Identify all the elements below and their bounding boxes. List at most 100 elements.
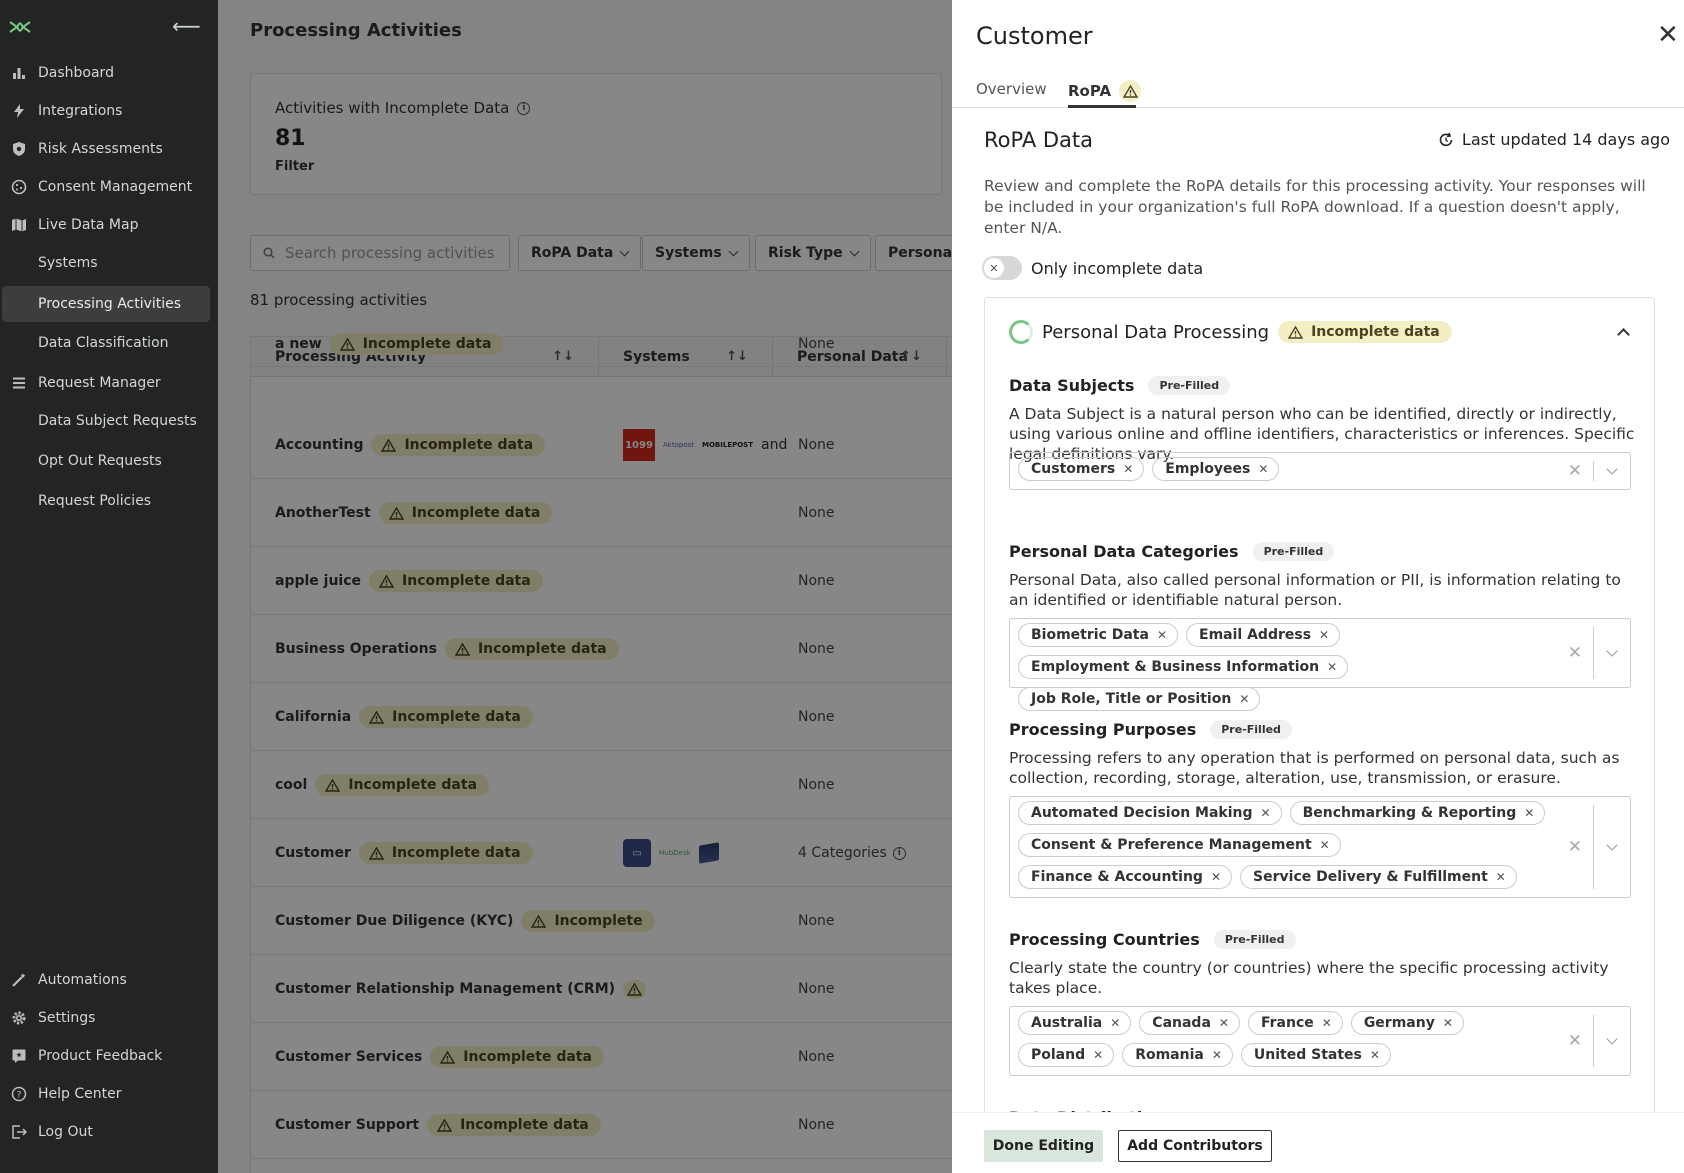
clear-icon[interactable]: ✕ [1568,643,1582,663]
sidebar-item-integrations[interactable]: Integrations [0,94,218,128]
remove-chip-icon[interactable]: ✕ [1157,628,1167,642]
brand-logo-icon[interactable] [8,16,32,38]
sidebar-item-risk-assessments[interactable]: Risk Assessments [0,132,218,166]
sidebar-item-live-data-map[interactable]: Live Data Map [0,208,218,242]
add-contributors-button[interactable]: Add Contributors [1118,1130,1272,1162]
sidebar-item-label: Dashboard [38,65,114,81]
only-incomplete-toggle-row: ✕ Only incomplete data [982,256,1203,280]
tab-overview[interactable]: Overview [976,80,1047,98]
field-title-text: Processing Countries [1009,930,1200,949]
sidebar-item-automations[interactable]: Automations [0,963,218,997]
drawer-footer: Done Editing Add Contributors [952,1112,1684,1173]
chip-label: Benchmarking & Reporting [1302,805,1517,821]
field-title-text: Personal Data Categories [1009,542,1239,561]
remove-chip-icon[interactable]: ✕ [1496,870,1506,884]
selected-chip: United States ✕ [1240,1043,1391,1067]
remove-chip-icon[interactable]: ✕ [1443,1016,1453,1030]
tab-ropa[interactable]: RoPA [1068,80,1142,102]
chip-label: Consent & Preference Management [1031,837,1312,853]
remove-chip-icon[interactable]: ✕ [1212,1048,1222,1062]
chip-label: Customers [1031,461,1116,477]
remove-chip-icon[interactable]: ✕ [1322,1016,1332,1030]
multi-select[interactable]: Customers ✕ Employees ✕ ✕ [1009,452,1631,490]
close-icon[interactable]: ✕ [1657,22,1679,48]
modal-overlay[interactable] [218,0,952,1173]
sidebar-item-label: Request Manager [38,375,161,391]
sidebar-item-opt-out-requests[interactable]: Opt Out Requests [0,444,218,478]
remove-chip-icon[interactable]: ✕ [1110,1016,1120,1030]
collapse-sidebar-icon[interactable]: ⟵ [172,14,201,38]
refresh-icon [1439,132,1453,146]
sidebar-item-label: Integrations [38,103,123,119]
field-title: Personal Data Categories Pre-Filled [1009,542,1335,561]
selected-chip: Service Delivery & Fulfillment ✕ [1240,865,1517,889]
remove-chip-icon[interactable]: ✕ [1327,660,1337,674]
sidebar-item-label: Risk Assessments [38,141,163,157]
clear-icon[interactable]: ✕ [1568,461,1582,481]
selected-chip: Poland ✕ [1018,1043,1115,1067]
remove-chip-icon[interactable]: ✕ [1261,806,1271,820]
multi-select[interactable]: Biometric Data ✕ Email Address ✕ Employment … [1009,618,1631,711]
tab-label: RoPA [1068,82,1112,100]
activity-drawer: Customer ✕ Overview RoPA RoPA Data Last … [952,0,1684,1173]
prefilled-badge: Pre-Filled [1252,542,1335,561]
remove-chip-icon[interactable]: ✕ [1524,806,1534,820]
sidebar-item-label: Processing Activities [38,296,182,312]
multi-select[interactable]: Australia ✕ Canada ✕ France ✕ Germany ✕ Poland ✕ R… [1009,1006,1631,1076]
remove-chip-icon[interactable]: ✕ [1258,462,1268,476]
sidebar-item-product-feedback[interactable]: Product Feedback [0,1039,218,1073]
sidebar-item-consent-management[interactable]: Consent Management [0,170,218,204]
chip-list: Customers ✕ Employees ✕ [1010,453,1630,485]
prefilled-badge: Pre-Filled [1148,376,1231,395]
multi-select[interactable]: Automated Decision Making ✕ Benchmarking &… [1009,796,1631,898]
only-incomplete-toggle[interactable]: ✕ [982,256,1022,280]
selected-chip: Australia ✕ [1018,1011,1132,1035]
clear-icon[interactable]: ✕ [1568,837,1582,857]
sidebar-item-request-manager[interactable]: Request Manager [0,366,218,400]
field-title-text: Data Subjects [1009,376,1135,395]
sidebar-item-systems[interactable]: Systems [0,246,218,280]
selected-chip: Finance & Accounting ✕ [1018,865,1233,889]
sidebar-item-data-classification[interactable]: Data Classification [0,326,218,360]
incomplete-badge: Incomplete data [1278,321,1452,343]
sidebar-item-label: Automations [38,972,127,988]
remove-chip-icon[interactable]: ✕ [1370,1048,1380,1062]
sidebar-item-request-policies[interactable]: Request Policies [0,484,218,518]
personal-data-processing-panel: Personal Data Processing Incomplete data… [984,297,1655,1112]
panel-header[interactable]: Personal Data Processing Incomplete data [1009,320,1452,344]
remove-chip-icon[interactable]: ✕ [1239,692,1249,706]
sidebar-item-help-center[interactable]: ? Help Center [0,1077,218,1111]
field-title: Processing Purposes Pre-Filled [1009,720,1292,739]
chip-label: Service Delivery & Fulfillment [1253,869,1488,885]
remove-chip-icon[interactable]: ✕ [1319,628,1329,642]
sidebar-item-label: Log Out [38,1124,93,1140]
selected-chip: Job Role, Title or Position ✕ [1018,687,1261,711]
remove-chip-icon[interactable]: ✕ [1320,838,1330,852]
drawer-content[interactable]: RoPA Data Last updated 14 days ago Revie… [952,108,1684,1112]
remove-chip-icon[interactable]: ✕ [1123,462,1133,476]
chip-label: United States [1253,1047,1362,1063]
remove-chip-icon[interactable]: ✕ [1093,1048,1103,1062]
drawer-title: Customer [976,22,1093,50]
clear-icon[interactable]: ✕ [1568,1031,1582,1051]
done-editing-button[interactable]: Done Editing [984,1130,1103,1162]
sidebar-item-data-subject-requests[interactable]: Data Subject Requests [0,404,218,438]
remove-chip-icon[interactable]: ✕ [1219,1016,1229,1030]
chip-label: Finance & Accounting [1031,869,1203,885]
drawer-tabs: Overview RoPA [952,72,1684,108]
sidebar-item-label: Data Subject Requests [38,413,197,429]
sidebar-item-log-out[interactable]: Log Out [0,1115,218,1149]
chevron-up-icon[interactable] [1617,328,1630,341]
selected-chip: Email Address ✕ [1186,623,1341,647]
field-description: Personal Data, also called personal info… [1009,571,1621,609]
last-updated: Last updated 14 days ago [1438,130,1670,149]
list-icon [0,375,38,391]
remove-chip-icon[interactable]: ✕ [1211,870,1221,884]
selected-chip: Biometric Data ✕ [1018,623,1179,647]
selected-chip: Germany ✕ [1350,1011,1464,1035]
sidebar-item-settings[interactable]: Settings [0,1001,218,1035]
sidebar: ⟵ Dashboard Integrations Risk Assessment… [0,0,218,1173]
sidebar-item-dashboard[interactable]: Dashboard [0,56,218,90]
selected-chip: Canada ✕ [1139,1011,1240,1035]
sidebar-item-processing-activities[interactable]: Processing Activities [2,286,210,322]
